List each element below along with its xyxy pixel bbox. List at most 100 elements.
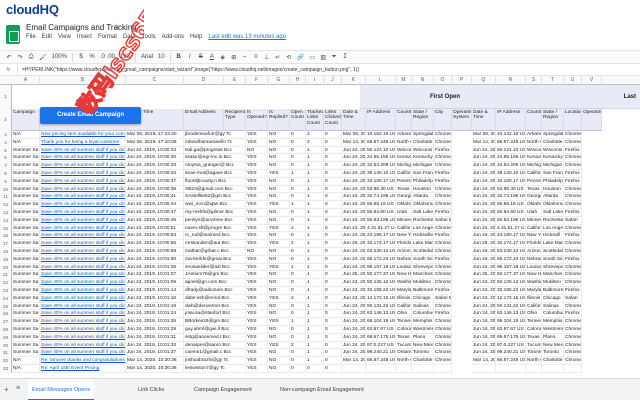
sheet-tab[interactable]: Link Clicks [134, 379, 168, 400]
subject-link[interactable]: Save 40% on all summer stuff if you clic… [40, 177, 126, 186]
column-header-k[interactable]: K [342, 76, 366, 85]
subject-link[interactable]: Save 40% on all summer stuff if you clic… [40, 255, 126, 264]
row-header[interactable]: 14 [0, 216, 12, 225]
subject-link[interactable]: New pricing tiers available for your com… [40, 131, 126, 139]
comment-icon[interactable]: ▭ [309, 54, 315, 61]
formula-input[interactable]: =HYPERLINK("https://www.cloudhq.net/main… [18, 67, 359, 73]
row-header[interactable]: 27 [0, 318, 12, 326]
row-header[interactable]: 6 [0, 154, 12, 163]
column-header-e[interactable]: E [224, 76, 246, 85]
column-header-m[interactable]: M [396, 76, 412, 85]
column-header-f[interactable]: F [246, 76, 268, 85]
zoom-select[interactable]: 100% [52, 54, 67, 60]
row-header[interactable]: 26 [0, 310, 12, 319]
menu-item-file[interactable]: File [26, 34, 36, 44]
borders-icon[interactable]: ⊞ [231, 54, 237, 61]
subject-link[interactable]: Save 40% on all summer stuff if you clic… [40, 146, 126, 155]
column-header-j[interactable]: J [324, 76, 342, 85]
subject-link[interactable]: Save 40% on all summer stuff if you clic… [40, 170, 126, 178]
functions-icon[interactable]: Σ [342, 54, 348, 60]
subject-link[interactable]: Re: April 15th Event Pricing [40, 365, 126, 373]
column-header-u[interactable]: U [564, 76, 582, 85]
filter-icon[interactable]: ⏷ [331, 54, 337, 61]
subject-link[interactable]: Save 40% on all summer stuff if you clic… [40, 279, 126, 287]
link-icon[interactable]: 🔗 [297, 54, 304, 61]
row-header[interactable]: 3 [0, 131, 12, 139]
subject-link[interactable]: Save 40% on all summer stuff if you clic… [40, 349, 126, 358]
text-color-icon[interactable]: A [209, 54, 215, 60]
row-header[interactable]: 10 [0, 185, 12, 194]
column-header-r[interactable]: R [496, 76, 526, 85]
column-header-c[interactable]: C [126, 76, 184, 85]
redo-icon[interactable]: ↷ [17, 54, 23, 61]
column-header-h[interactable]: H [290, 76, 306, 85]
column-header-l[interactable]: L [366, 76, 396, 85]
column-header-q[interactable]: Q [472, 76, 496, 85]
merge-icon[interactable]: ⇔ [242, 54, 248, 60]
italic-icon[interactable]: I [187, 54, 193, 60]
subject-link[interactable]: Save 40% on all summer stuff if you clic… [40, 209, 126, 217]
row-header[interactable]: 20 [0, 263, 12, 272]
column-header-a[interactable]: A [12, 76, 40, 85]
row-header[interactable]: 15 [0, 224, 12, 233]
row-header[interactable]: 31 [0, 349, 12, 358]
column-header-d[interactable]: D [184, 76, 224, 85]
print-icon[interactable]: ⎙ [28, 54, 34, 61]
chart-icon[interactable]: ▥ [320, 54, 326, 61]
column-header-g[interactable]: G [268, 76, 290, 85]
column-header-i[interactable]: I [306, 76, 324, 85]
row-header[interactable]: 21 [0, 271, 12, 280]
subject-link[interactable]: Save 40% on all summer stuff if you clic… [40, 162, 126, 170]
subject-link[interactable]: Save 40% on all summer stuff if you clic… [40, 318, 126, 326]
paint-format-icon[interactable]: 🖌 [39, 54, 47, 61]
subject-link[interactable]: Save 40% on all summer stuff if you clic… [40, 302, 126, 311]
menu-item-insert[interactable]: Insert [77, 34, 92, 44]
all-sheets-icon[interactable]: ≡ [16, 385, 20, 392]
row-header[interactable]: 32 [0, 357, 12, 365]
subject-link[interactable]: Save 40% on all summer stuff if you clic… [40, 185, 126, 194]
menu-item-help[interactable]: Help [190, 34, 202, 44]
subject-link[interactable]: Save 40% on all summer stuff if you clic… [40, 294, 126, 303]
row-header[interactable]: 17 [0, 240, 12, 248]
fill-color-icon[interactable]: ◈ [220, 54, 226, 61]
subject-link[interactable]: Save 40% on all summer stuff if you clic… [40, 263, 126, 272]
row-header[interactable]: 28 [0, 326, 12, 334]
subject-link[interactable]: Save 40% on all summer stuff if you clic… [40, 193, 126, 202]
row-header[interactable]: 16 [0, 232, 12, 241]
add-sheet-icon[interactable]: + [4, 385, 9, 394]
subject-link[interactable]: Save 40% on all summer stuff if you clic… [40, 271, 126, 280]
menu-item-edit[interactable]: Edit [42, 34, 52, 44]
subject-link[interactable]: Save 40% on all summer stuff if you clic… [40, 341, 126, 350]
subject-link[interactable]: Re: Sincere thanks and congratulations! [40, 357, 126, 365]
subject-link[interactable]: Save 40% on all summer stuff if you clic… [40, 201, 126, 209]
row-header[interactable]: 4 [0, 138, 12, 147]
percent-button[interactable]: % [89, 54, 95, 60]
row-header[interactable]: 19 [0, 255, 12, 264]
subject-link[interactable]: Save 40% on all summer stuff if you clic… [40, 224, 126, 233]
row-header[interactable]: 2 [0, 109, 12, 131]
font-size-select[interactable]: 10 [158, 54, 165, 60]
row-header[interactable]: 25 [0, 302, 12, 311]
row-header[interactable]: 13 [0, 209, 12, 217]
subject-link[interactable]: Thank you for being a loyal customer [40, 138, 126, 147]
row-header[interactable]: 9 [0, 177, 12, 186]
number-format-button[interactable]: 123 [120, 54, 130, 60]
row-header[interactable]: 29 [0, 333, 12, 342]
column-header-s[interactable]: S [526, 76, 542, 85]
row-header[interactable]: 22 [0, 279, 12, 287]
column-header-p[interactable]: P [452, 76, 472, 85]
subject-link[interactable]: Save 40% on all summer stuff if you clic… [40, 248, 126, 256]
column-header-o[interactable]: O [434, 76, 452, 85]
star-icon[interactable]: ☆ [113, 22, 120, 31]
subject-link[interactable]: Save 40% on all summer stuff if you clic… [40, 287, 126, 295]
row-header[interactable]: 11 [0, 193, 12, 202]
row-header[interactable]: 18 [0, 248, 12, 256]
strikethrough-icon[interactable]: S [198, 54, 204, 60]
last-edit-link[interactable]: Last edit was 13 minutes ago [208, 34, 286, 44]
bold-icon[interactable]: B [176, 54, 182, 60]
subject-link[interactable]: Save 40% on all summer stuff if you clic… [40, 216, 126, 225]
sheets-app-icon[interactable] [6, 25, 20, 44]
row-header[interactable]: 30 [0, 341, 12, 350]
row-header[interactable]: 24 [0, 294, 12, 303]
subject-link[interactable]: Save 40% on all summer stuff if you clic… [40, 326, 126, 334]
